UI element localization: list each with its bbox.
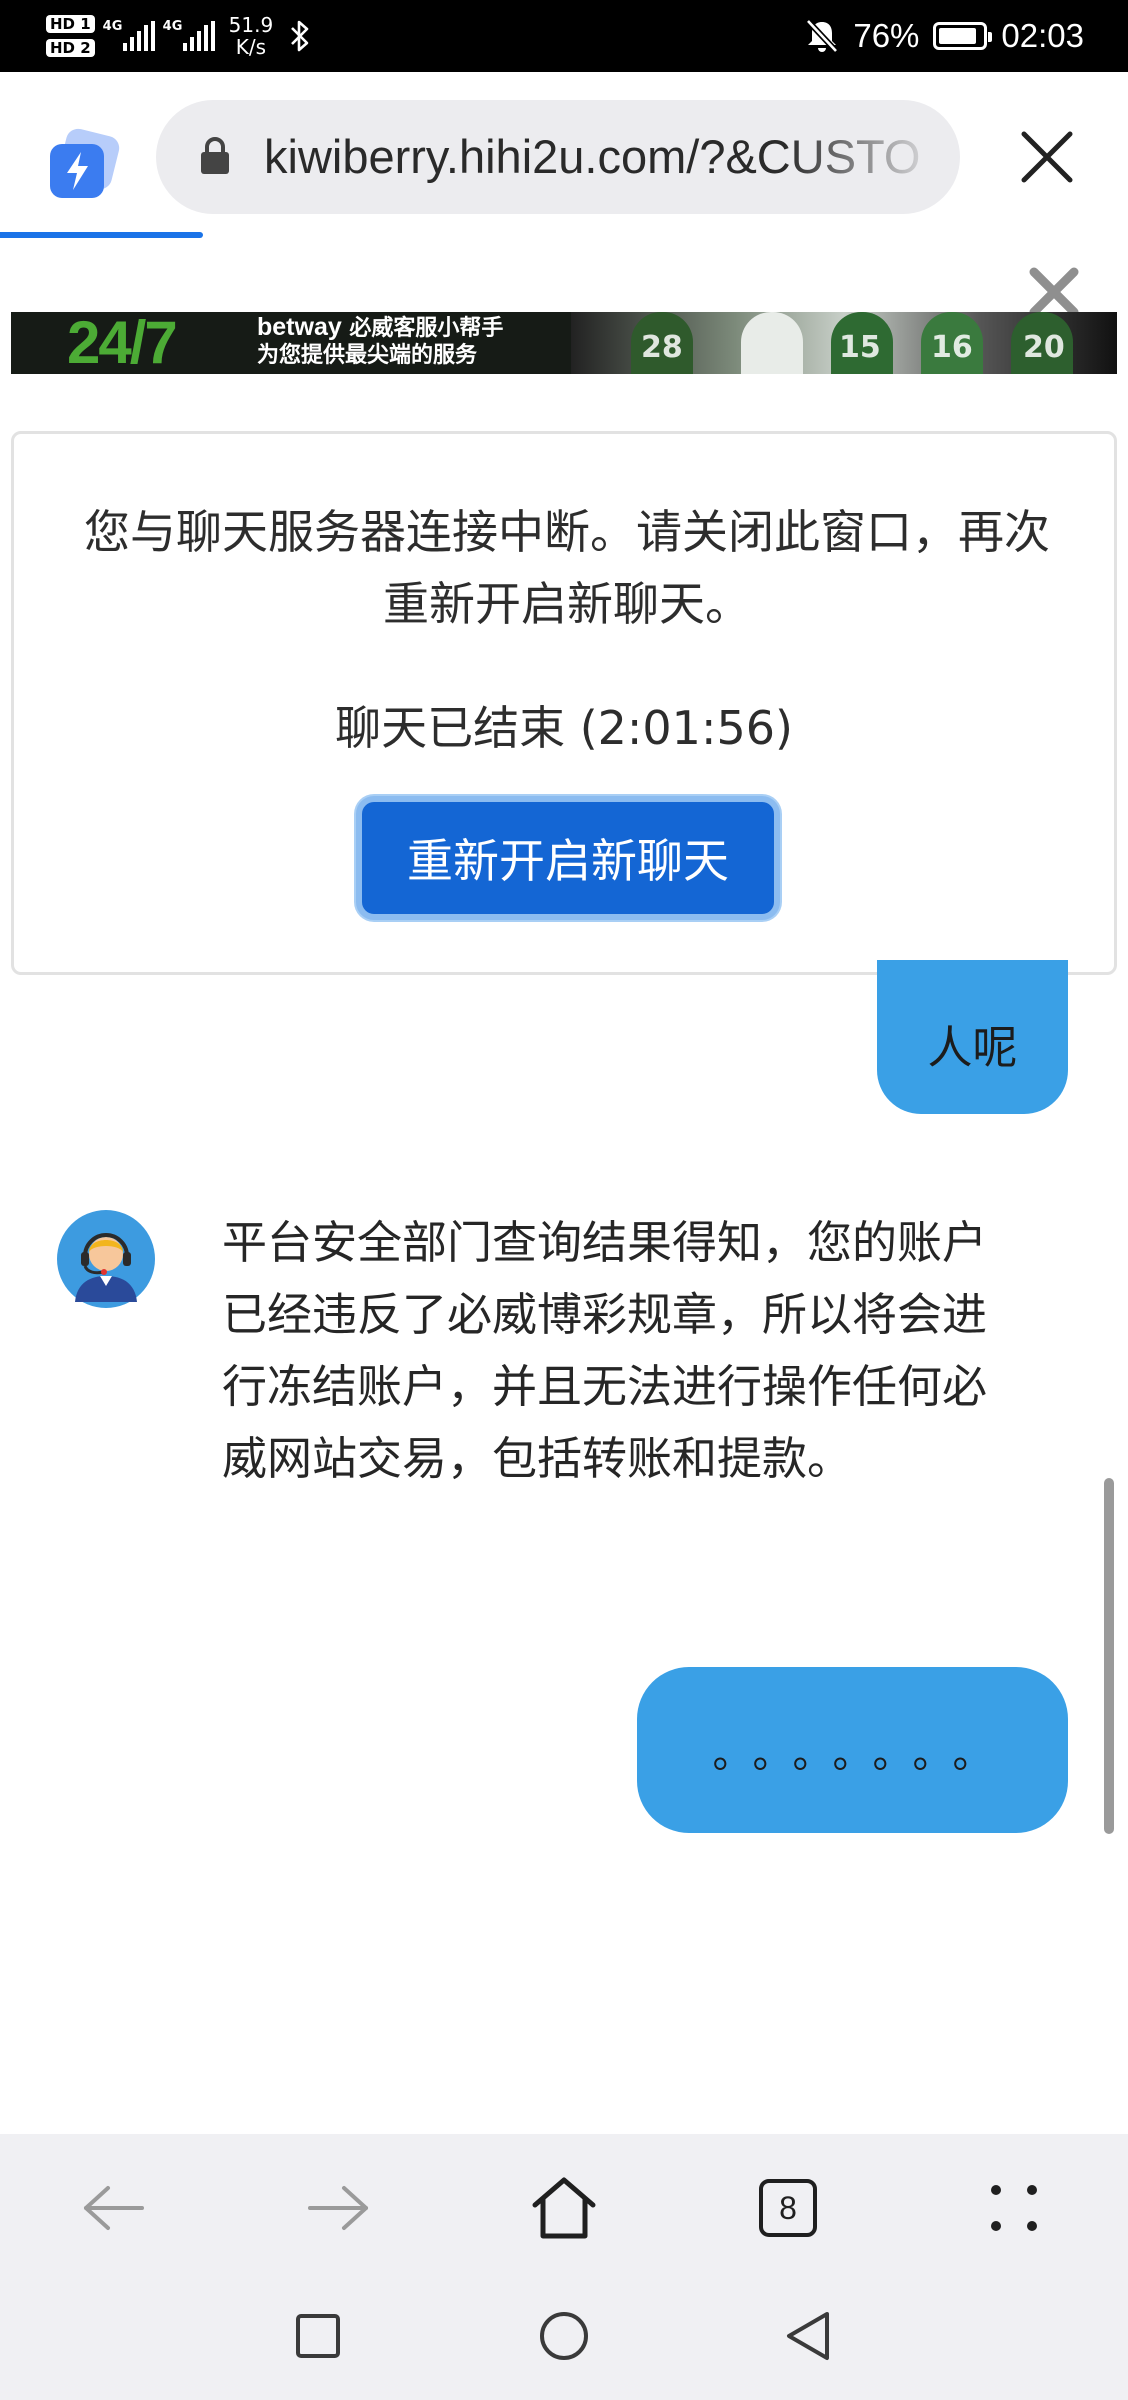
- square-icon: [296, 2314, 340, 2358]
- jersey-number: 28: [641, 330, 683, 365]
- banner-line1-tail: 必威客服小帮手: [341, 316, 504, 341]
- system-nav-bar: [0, 2276, 1128, 2400]
- status-bar: HD 1 HD 2 4G 4G 51.9 K/s 76% 02:03: [0, 0, 1128, 72]
- page-load-progress: [0, 232, 1128, 238]
- restart-chat-button[interactable]: 重新开启新聊天: [356, 796, 780, 920]
- banner-players-image: 28 15 16 20: [571, 312, 1117, 374]
- banner-brand: betway: [257, 313, 342, 341]
- chat-ended-text: 聊天已结束 (2:01:56): [335, 701, 793, 755]
- disconnect-alert: 您与聊天服务器连接中断。请关闭此窗口，再次重新开启新聊天。 聊天已结束 (2:0…: [11, 431, 1117, 975]
- disconnect-message: 您与聊天服务器连接中断。请关闭此窗口，再次重新开启新聊天。: [84, 505, 1050, 631]
- tab-count: 8: [759, 2179, 817, 2237]
- arrow-right-icon: [308, 2186, 368, 2230]
- clock: 02:03: [1001, 17, 1084, 54]
- net2-label: 4G: [162, 19, 183, 34]
- hd2-badge: HD 2: [46, 39, 95, 57]
- battery-fill: [939, 28, 976, 44]
- chat-ended-label: 聊天已结束 (2:01:56): [14, 692, 1114, 758]
- address-bar[interactable]: kiwiberry.hihi2u.com/?&CUSTO: [156, 100, 960, 214]
- system-home-button[interactable]: [534, 2306, 594, 2366]
- bluetooth-icon: [291, 20, 309, 52]
- page-scrollbar[interactable]: [1104, 1478, 1114, 1834]
- mute-bell-icon: [806, 18, 839, 54]
- jersey-number: 15: [839, 330, 881, 365]
- recents-button[interactable]: [288, 2306, 348, 2366]
- jersey-number: 16: [931, 330, 973, 365]
- banner-headline: 24/7: [67, 312, 178, 374]
- arrow-left-icon: [84, 2186, 144, 2230]
- banner-line2: 为您提供最尖端的服务: [257, 343, 478, 368]
- ad-banner[interactable]: 24/7 betway 必威客服小帮手 为您提供最尖端的服务 28 15 16 …: [11, 312, 1117, 374]
- close-page-icon[interactable]: [1016, 126, 1078, 188]
- forward-button[interactable]: [298, 2168, 378, 2248]
- hd-badges: HD 1 HD 2: [46, 15, 95, 57]
- circle-icon: [540, 2312, 588, 2360]
- battery-icon: [933, 22, 993, 50]
- banner-line1: betway 必威客服小帮手: [257, 314, 503, 342]
- net1-label: 4G: [102, 19, 123, 34]
- status-right: 76% 02:03: [805, 0, 1084, 72]
- url-text[interactable]: kiwiberry.hihi2u.com/?&CUSTO: [264, 128, 944, 186]
- back-button[interactable]: [74, 2168, 154, 2248]
- battery-percent: 76%: [853, 17, 920, 54]
- jersey-number: 20: [1023, 330, 1065, 365]
- triangle-back-icon: [787, 2312, 829, 2360]
- user-message-bubble-2: 。。。。。。。: [637, 1667, 1068, 1833]
- network-speed: 51.9 K/s: [229, 14, 274, 58]
- speed-unit: K/s: [235, 35, 267, 59]
- more-dots-icon: [991, 2185, 1037, 2231]
- system-back-button[interactable]: [778, 2306, 838, 2366]
- signal-1-icon: 4G: [102, 19, 155, 51]
- agent-avatar-icon: [57, 1210, 155, 1308]
- user-message-bubble: 人呢: [877, 960, 1068, 1114]
- signal-2-icon: 4G: [162, 19, 215, 51]
- menu-button[interactable]: [974, 2168, 1054, 2248]
- lock-icon: [201, 137, 229, 174]
- home-icon: [532, 2177, 596, 2239]
- speed-value: 51.9: [228, 13, 274, 37]
- lightning-app-icon[interactable]: [44, 128, 120, 204]
- home-button[interactable]: [524, 2168, 604, 2248]
- tabs-button[interactable]: 8: [748, 2168, 828, 2248]
- status-left: HD 1 HD 2 4G 4G 51.9 K/s: [46, 8, 311, 64]
- browser-bottom-nav: 8: [0, 2134, 1128, 2276]
- page-load-progress-fill: [0, 232, 204, 238]
- hd1-badge: HD 1: [46, 15, 95, 33]
- browser-toolbar: kiwiberry.hihi2u.com/?&CUSTO: [0, 72, 1128, 238]
- agent-message: 平台安全部门查询结果得知，您的账户已经违反了必威博彩规章，所以将会进行冻结账户，…: [222, 1216, 988, 1485]
